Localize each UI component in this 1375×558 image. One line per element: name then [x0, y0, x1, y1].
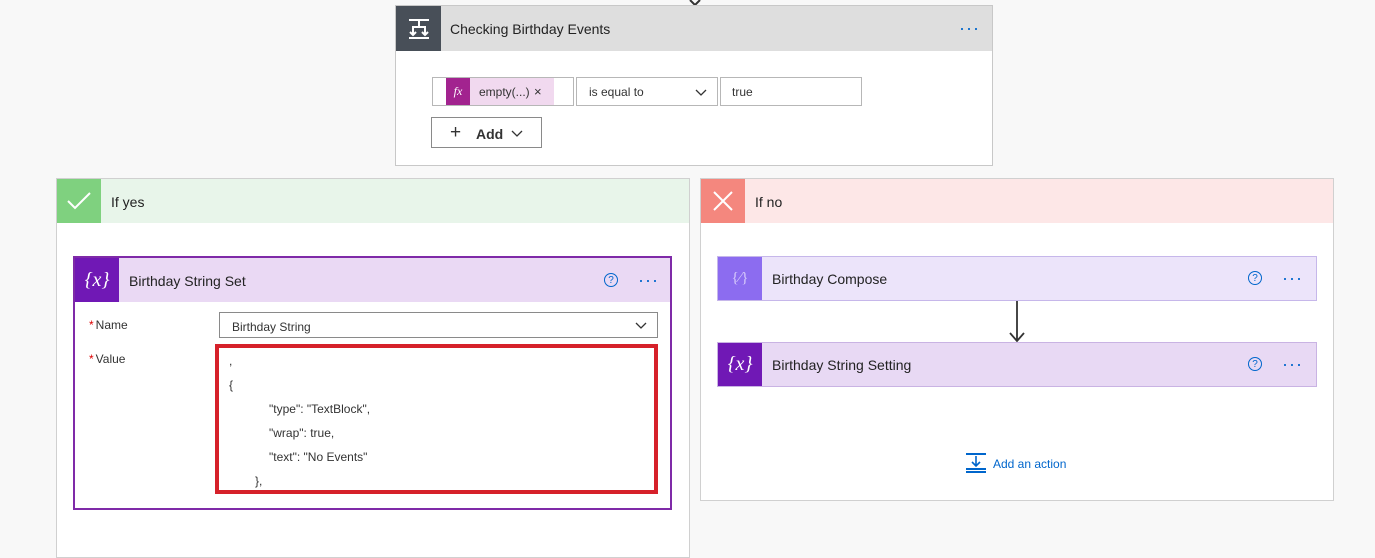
help-icon[interactable]: ?: [1248, 271, 1262, 285]
connector-arrow-icon: [1009, 301, 1025, 343]
condition-more-icon[interactable]: ···: [959, 19, 980, 37]
if-yes-header: If yes: [57, 179, 689, 223]
plus-icon: +: [450, 122, 462, 143]
birthday-compose-card[interactable]: {⁄} Birthday Compose ? ···: [717, 256, 1317, 301]
if-no-header: If no: [701, 179, 1333, 223]
condition-header[interactable]: Checking Birthday Events ···: [396, 6, 992, 51]
add-action-label: Add an action: [993, 457, 1067, 471]
add-label: Add: [476, 126, 504, 142]
add-button[interactable]: + Add: [431, 117, 542, 148]
operator-select[interactable]: is equal to: [576, 77, 718, 106]
variable-icon: {x}: [718, 343, 762, 386]
condition-card: Checking Birthday Events ··· fx empty(..…: [395, 5, 993, 166]
birthday-string-setting-card[interactable]: {x} Birthday String Setting ? ···: [717, 342, 1317, 387]
right-operand-value: true: [732, 85, 753, 99]
variable-card-title: Birthday String Set: [129, 273, 246, 289]
token-remove-icon[interactable]: ×: [534, 84, 542, 99]
compose-title: Birthday Compose: [772, 271, 888, 287]
expression-token[interactable]: fx empty(...) ×: [446, 78, 554, 105]
code-line: "type": "TextBlock",: [269, 402, 371, 416]
value-field-label: * Value: [89, 352, 126, 366]
birthday-string-set-card: {x} Birthday String Set ? ··· * Name Birt…: [73, 256, 672, 510]
code-line: "wrap": true,: [269, 426, 335, 440]
variable-more-icon[interactable]: ···: [638, 271, 659, 289]
code-line: {: [229, 378, 234, 392]
help-icon[interactable]: ?: [1248, 357, 1262, 371]
code-line: "text": "No Events": [269, 450, 368, 464]
chevron-down-icon: [695, 89, 707, 96]
code-line: },: [255, 474, 263, 488]
condition-left-operand[interactable]: fx empty(...) ×: [432, 77, 574, 106]
compose-more-icon[interactable]: ···: [1282, 269, 1303, 287]
setting-more-icon[interactable]: ···: [1282, 355, 1303, 373]
variable-icon: {x}: [75, 258, 119, 302]
operator-value: is equal to: [589, 85, 644, 99]
add-action-icon: [966, 453, 986, 473]
compose-icon: {⁄}: [718, 257, 762, 300]
condition-title: Checking Birthday Events: [450, 21, 611, 37]
name-select[interactable]: Birthday String: [219, 312, 658, 338]
name-field-label: * Name: [89, 318, 128, 332]
if-yes-label: If yes: [111, 194, 145, 210]
fx-icon: fx: [446, 78, 470, 105]
variable-card-header[interactable]: {x} Birthday String Set ? ···: [75, 258, 670, 302]
checkmark-icon: [57, 179, 101, 223]
condition-icon: [396, 6, 441, 51]
condition-right-operand[interactable]: true: [720, 77, 862, 106]
chevron-down-icon: [635, 322, 647, 329]
if-no-label: If no: [755, 194, 783, 210]
name-value: Birthday String: [232, 320, 311, 334]
setting-title: Birthday String Setting: [772, 357, 912, 373]
add-action-link[interactable]: Add an action: [965, 452, 1085, 474]
chevron-down-icon: [511, 130, 523, 137]
close-icon: [701, 179, 745, 223]
code-line: ,: [229, 354, 233, 368]
help-icon[interactable]: ?: [604, 273, 618, 287]
value-textarea[interactable]: , { "type": "TextBlock", "wrap": true, "…: [215, 344, 658, 494]
token-label: empty(...): [479, 85, 530, 99]
